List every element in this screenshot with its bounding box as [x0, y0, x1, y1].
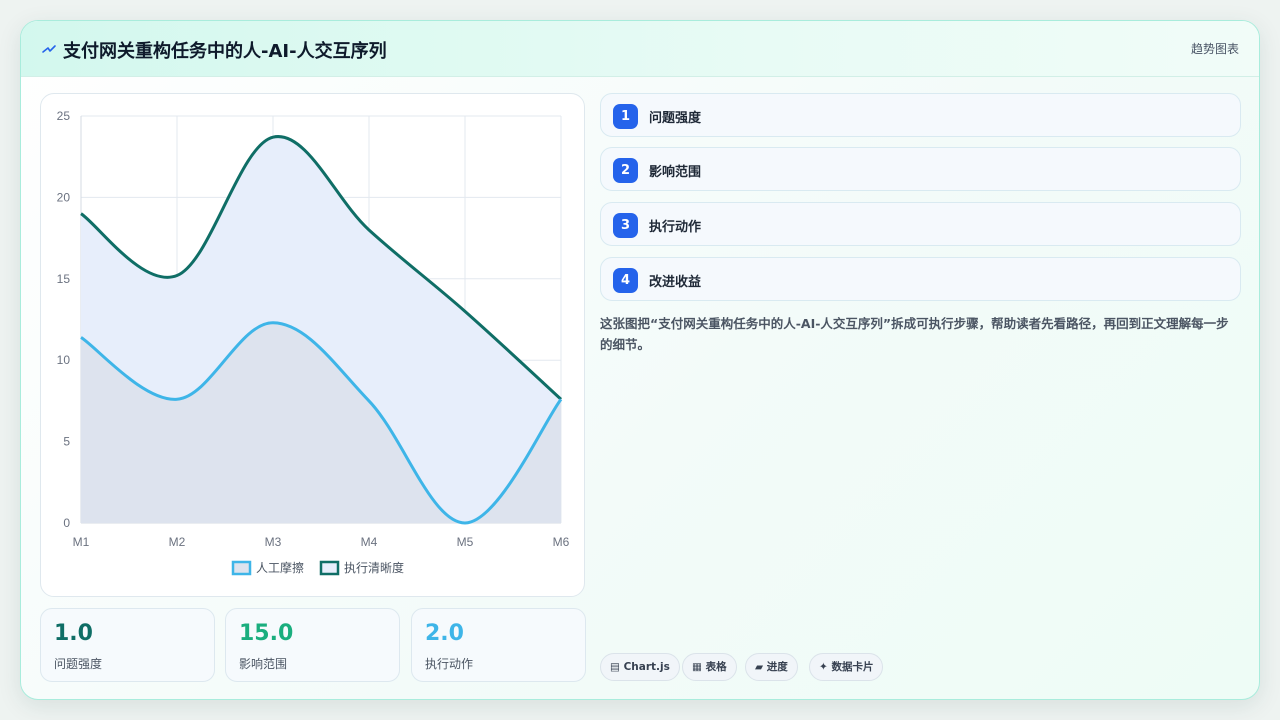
- page-title: 支付网关重构任务中的人-AI-人交互序列: [63, 41, 387, 62]
- stat-value: 2.0: [425, 621, 464, 646]
- chip-progress[interactable]: ▰ 进度: [745, 653, 798, 681]
- x-tick-label: M4: [361, 535, 378, 549]
- step-label: 问题强度: [649, 111, 702, 126]
- stat-label: 问题强度: [54, 657, 103, 671]
- legend-swatch: [319, 560, 340, 576]
- zigzag-icon: [42, 45, 56, 53]
- step-item-4[interactable]: 4 改进收益: [600, 257, 1241, 301]
- step-label: 改进收益: [649, 275, 702, 290]
- x-tick-label: M5: [457, 535, 474, 549]
- stat-label: 影响范围: [239, 657, 288, 671]
- step-number-badge: 4: [613, 268, 638, 293]
- step-number-badge: 1: [613, 104, 638, 129]
- x-tick-label: M1: [73, 535, 90, 549]
- chip-table[interactable]: ▦ 表格: [682, 653, 737, 681]
- stat-card-problem: 1.0 问题强度: [40, 608, 215, 682]
- main-card: 支付网关重构任务中的人-AI-人交互序列 趋势图表 0 5 10 15 20 25 M1 M2…: [20, 20, 1260, 700]
- y-tick-label: 0: [63, 516, 70, 530]
- stat-card-action: 2.0 执行动作: [411, 608, 586, 682]
- step-item-2[interactable]: 2 影响范围: [600, 147, 1241, 191]
- legend-label: 人工摩擦: [256, 560, 304, 575]
- step-item-3[interactable]: 3 执行动作: [600, 202, 1241, 246]
- legend-label: 执行清晰度: [344, 560, 404, 575]
- stat-value: 1.0: [54, 621, 93, 646]
- step-label: 影响范围: [649, 165, 702, 180]
- stat-card-impact: 15.0 影响范围: [225, 608, 400, 682]
- step-number-badge: 2: [613, 158, 638, 183]
- description-text: 这张图把“支付网关重构任务中的人-AI-人交互序列”拆成可执行步骤，帮助读者先看…: [600, 316, 1229, 352]
- stat-value: 15.0: [239, 621, 294, 646]
- y-tick-label: 10: [57, 353, 71, 367]
- chip-data-card[interactable]: ✦ 数据卡片: [809, 653, 884, 681]
- y-tick-label: 15: [57, 272, 71, 286]
- y-tick-label: 5: [63, 435, 70, 449]
- step-item-1[interactable]: 1 问题强度: [600, 93, 1241, 137]
- stat-label: 执行动作: [425, 657, 474, 671]
- step-label: 执行动作: [649, 220, 702, 235]
- header-bar: 支付网关重构任务中的人-AI-人交互序列 趋势图表: [21, 21, 1259, 77]
- chip-chartjs[interactable]: ▤ Chart.js: [600, 653, 680, 681]
- step-number-badge: 3: [613, 213, 638, 238]
- chart-panel: 0 5 10 15 20 25 M1 M2 M3 M4 M5 M6 人工摩擦 执行清晰度: [40, 93, 585, 597]
- legend-swatch: [231, 560, 252, 576]
- chart-type-tag: 趋势图表: [1190, 42, 1239, 56]
- x-tick-label: M6: [553, 535, 570, 549]
- area-chart: 0 5 10 15 20 25 M1 M2 M3 M4 M5 M6 人工摩擦 执行清晰度: [57, 109, 570, 576]
- x-tick-label: M2: [169, 535, 186, 549]
- x-tick-label: M3: [265, 535, 282, 549]
- y-tick-label: 20: [57, 190, 71, 204]
- y-tick-label: 25: [57, 109, 71, 123]
